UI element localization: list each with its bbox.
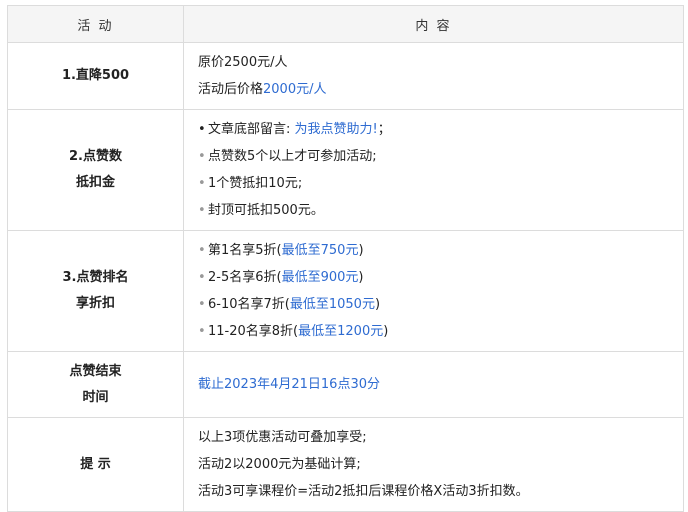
content-text: 6-10名享7折( [208,297,290,312]
content-text: 活动后价格 [198,82,264,97]
header-content: 内 容 [183,5,684,43]
row-content: 以上3项优惠活动可叠加享受; 活动2以2000元为基础计算; 活动3可享课程价=… [183,417,684,512]
row-label-line: 2.点赞数 [69,149,122,164]
content-highlight: 2000元/人 [263,82,327,97]
content-line: 活动2以2000元为基础计算; [198,451,683,478]
content-highlight: 最低至1200元 [298,324,384,339]
bullet-list: 第1名享5折(最低至750元) 2-5名享6折(最低至900元) 6-10名享7… [198,237,683,345]
table-row: 3.点赞排名 享折扣 第1名享5折(最低至750元) 2-5名享6折(最低至90… [7,230,684,352]
content-text: 文章底部留言: [208,122,295,137]
list-item: 11-20名享8折(最低至1200元) [198,318,683,345]
content-highlight: 最低至1050元 [289,297,375,312]
list-item: 1个赞抵扣10元; [198,170,683,197]
list-item: 文章底部留言: 为我点赞助力!； [198,116,683,143]
row-label-line: 提 示 [80,456,111,472]
content-text: 点赞数5个以上才可参加活动; [208,149,377,164]
content-highlight: 为我点赞助力! [294,122,378,137]
table-header-row: 活 动 内 容 [7,5,684,43]
content-text: 2-5名享6折( [208,270,282,285]
content-suffix: ) [358,270,364,285]
content-text: 11-20名享8折( [208,324,299,339]
row-label-line: 抵扣金 [75,175,115,190]
promotion-table: 活 动 内 容 1.直降500 原价2500元/人 活动后价格2000元/人 2… [7,5,684,512]
content-line: 截止2023年4月21日16点30分 [198,371,683,398]
content-line: 以上3项优惠活动可叠加享受; [198,424,683,451]
content-text: 活动3可享课程价=活动2抵扣后课程价格X活动3折扣数。 [198,484,529,499]
table-row: 2.点赞数 抵扣金 文章底部留言: 为我点赞助力!； 点赞数5个以上才可参加活动… [7,109,684,231]
content-highlight: 最低至750元 [281,243,359,258]
content-line: 活动3可享课程价=活动2抵扣后课程价格X活动3折扣数。 [198,478,683,505]
content-suffix: ) [374,297,381,312]
content-suffix: ； [377,122,391,137]
content-text: 原价2500元/人 [198,55,288,70]
row-label-line: 享折扣 [75,296,115,311]
row-content: 原价2500元/人 活动后价格2000元/人 [183,42,684,110]
bullet-list: 文章底部留言: 为我点赞助力!； 点赞数5个以上才可参加活动; 1个赞抵扣10元… [198,116,683,224]
header-activity: 活 动 [7,5,184,43]
row-label: 提 示 [7,417,184,512]
list-item: 2-5名享6折(最低至900元) [198,264,683,291]
row-content: 文章底部留言: 为我点赞助力!； 点赞数5个以上才可参加活动; 1个赞抵扣10元… [183,109,684,231]
row-label-line: 时间 [82,389,109,405]
row-content: 第1名享5折(最低至750元) 2-5名享6折(最低至900元) 6-10名享7… [183,230,684,352]
row-label-line: 3.点赞排名 [62,270,129,285]
row-label-line: 点赞结束 [69,363,122,379]
table-row: 提 示 以上3项优惠活动可叠加享受; 活动2以2000元为基础计算; 活动3可享… [7,417,684,512]
table-row: 点赞结束 时间 截止2023年4月21日16点30分 [7,351,684,418]
table-row: 1.直降500 原价2500元/人 活动后价格2000元/人 [7,42,684,110]
row-label: 2.点赞数 抵扣金 [7,109,184,231]
list-item: 第1名享5折(最低至750元) [198,237,683,264]
content-text: 封顶可抵扣500元。 [208,203,324,218]
content-text: 第1名享5折( [208,243,282,258]
row-content: 截止2023年4月21日16点30分 [183,351,684,418]
content-text: 活动2以2000元为基础计算; [198,457,361,472]
content-text: 1个赞抵扣10元; [208,176,303,191]
row-label-line: 1.直降500 [61,68,130,83]
row-label: 点赞结束 时间 [7,351,184,418]
content-suffix: ) [383,324,389,339]
content-text: 以上3项优惠活动可叠加享受; [198,430,367,445]
content-highlight: 截止2023年4月21日16点30分 [198,377,380,392]
row-label: 1.直降500 [7,42,184,110]
content-highlight: 最低至900元 [281,270,359,285]
content-suffix: ) [358,243,364,258]
list-item: 点赞数5个以上才可参加活动; [198,143,683,170]
content-line: 活动后价格2000元/人 [198,76,683,103]
content-line: 原价2500元/人 [198,49,683,76]
list-item: 6-10名享7折(最低至1050元) [198,291,683,318]
list-item: 封顶可抵扣500元。 [198,197,683,224]
row-label: 3.点赞排名 享折扣 [7,230,184,352]
